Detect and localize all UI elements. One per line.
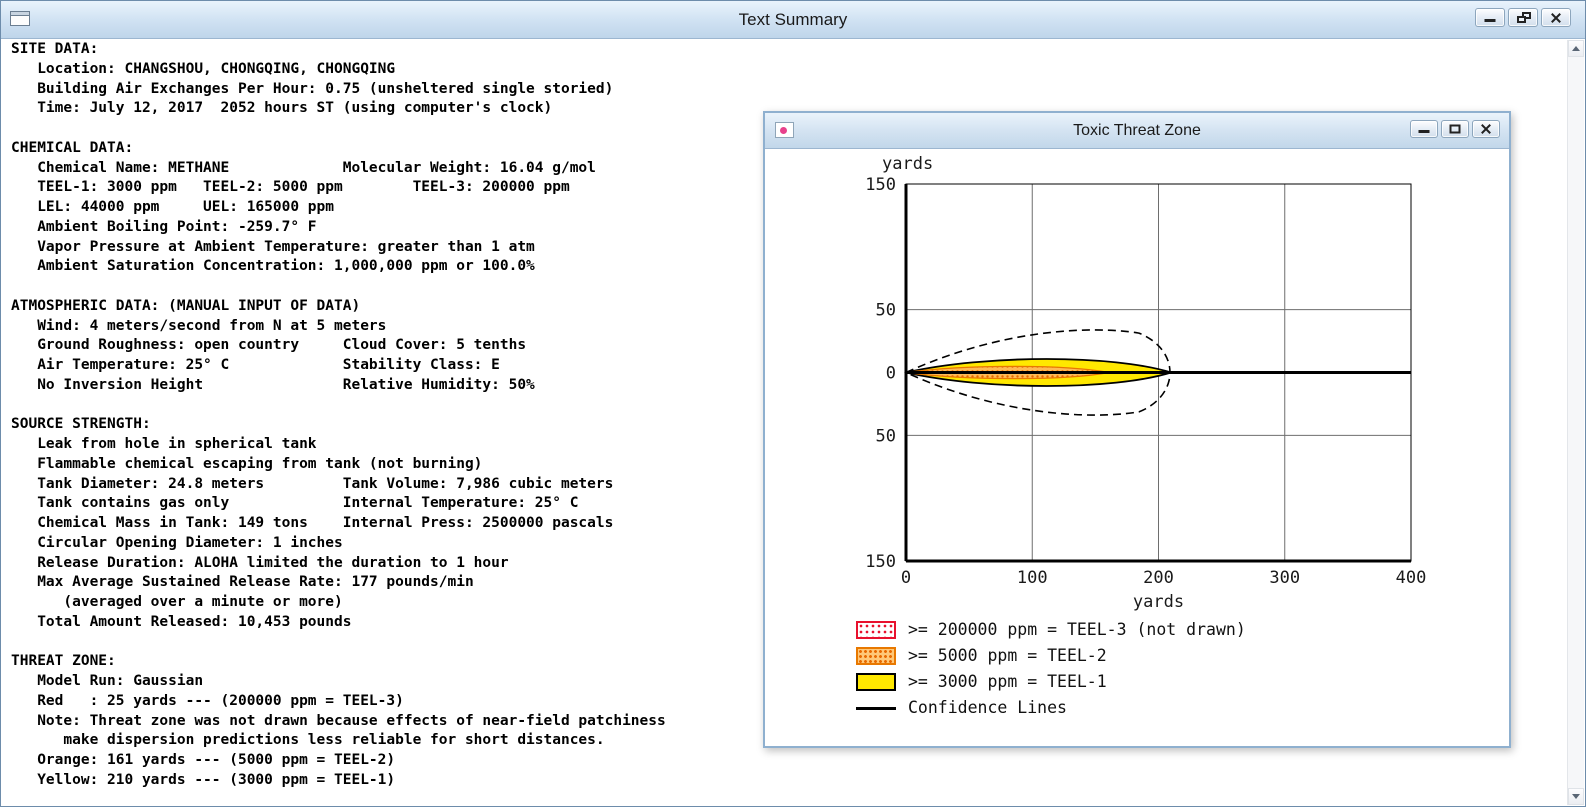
- toxic-threat-zone-window: Toxic Threat Zone 0 100 200 300 400 150 50 0 50 1…: [763, 111, 1511, 748]
- arrow-up-icon: [1572, 46, 1580, 51]
- legend-item-teel2: >= 5000 ppm = TEEL-2: [856, 643, 1246, 669]
- vertical-scrollbar[interactable]: [1567, 40, 1584, 805]
- close-button[interactable]: [1541, 8, 1571, 27]
- svg-text:300: 300: [1269, 568, 1300, 588]
- scroll-down-button[interactable]: [1568, 788, 1584, 805]
- svg-text:150: 150: [865, 552, 896, 572]
- window-title: Text Summary: [738, 10, 848, 29]
- plot-minimize-button[interactable]: [1410, 120, 1438, 138]
- maximize-icon: [1449, 124, 1461, 134]
- restore-button[interactable]: [1508, 8, 1538, 27]
- plot-close-button[interactable]: [1472, 120, 1500, 138]
- arrow-down-icon: [1572, 794, 1580, 799]
- svg-text:200: 200: [1143, 568, 1174, 588]
- svg-text:50: 50: [876, 301, 896, 321]
- legend-label: >= 3000 ppm = TEEL-1: [908, 671, 1107, 691]
- plot-title-bar[interactable]: Toxic Threat Zone: [765, 113, 1509, 149]
- report-text: SITE DATA: Location: CHANGSHOU, CHONGQIN…: [11, 41, 666, 788]
- confidence-line-icon: [856, 706, 896, 710]
- legend-item-confidence: Confidence Lines: [856, 695, 1246, 721]
- plot-maximize-button[interactable]: [1441, 120, 1469, 138]
- plot-window-controls: [1410, 120, 1500, 138]
- teel1-swatch-icon: [856, 673, 896, 691]
- svg-text:yards: yards: [1133, 592, 1184, 612]
- text-summary-window: Text Summary SITE DATA: Location: CHANGS…: [0, 0, 1586, 807]
- legend-label: Confidence Lines: [908, 697, 1067, 717]
- svg-text:0: 0: [901, 568, 911, 588]
- svg-text:400: 400: [1396, 568, 1427, 588]
- threat-zone-plot: 0 100 200 300 40015050050150yardsyards: [865, 154, 1427, 612]
- svg-text:yards: yards: [882, 154, 933, 174]
- scroll-up-button[interactable]: [1568, 40, 1584, 57]
- svg-text:0: 0: [886, 364, 896, 384]
- teel3-swatch-icon: [856, 621, 896, 639]
- svg-text:100: 100: [1017, 568, 1048, 588]
- legend-item-teel1: >= 3000 ppm = TEEL-1: [856, 669, 1246, 695]
- plot-window-title: Toxic Threat Zone: [1073, 122, 1201, 139]
- minimize-button[interactable]: [1475, 8, 1505, 27]
- svg-text:150: 150: [865, 175, 896, 195]
- title-bar[interactable]: Text Summary: [1, 1, 1585, 39]
- legend-label: >= 200000 ppm = TEEL-3 (not drawn): [908, 619, 1246, 639]
- svg-text:50: 50: [876, 426, 896, 446]
- window-controls: [1475, 8, 1571, 27]
- legend-label: >= 5000 ppm = TEEL-2: [908, 645, 1107, 665]
- plot-legend: >= 200000 ppm = TEEL-3 (not drawn) >= 50…: [856, 617, 1246, 721]
- teel2-swatch-icon: [856, 647, 896, 665]
- legend-item-teel3: >= 200000 ppm = TEEL-3 (not drawn): [856, 617, 1246, 643]
- minimize-icon: [1418, 130, 1430, 133]
- minimize-icon: [1484, 19, 1496, 22]
